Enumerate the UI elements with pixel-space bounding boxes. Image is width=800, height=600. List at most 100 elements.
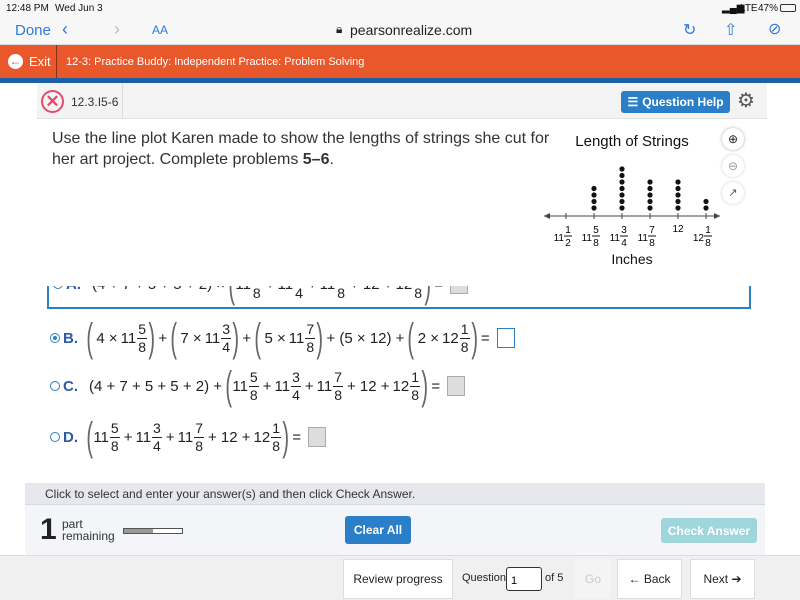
data-dot: [619, 198, 625, 205]
parenthesis: (: [225, 364, 233, 408]
data-dot: [619, 172, 625, 179]
radio-button[interactable]: [50, 381, 60, 391]
parenthesis: ): [421, 364, 429, 408]
data-dot: [703, 198, 709, 205]
expression-text: =: [292, 428, 302, 446]
expression-text: +: [242, 329, 252, 347]
done-button[interactable]: Done: [15, 22, 51, 39]
lock-icon: 🔒︎: [336, 22, 343, 36]
mixed-number: 1178: [316, 368, 343, 403]
text-size-button[interactable]: AA: [152, 23, 168, 37]
answer-footer: 1 part remaining Clear All Check Answer: [25, 505, 765, 555]
data-dot: [591, 198, 597, 205]
next-button[interactable]: Next ➔: [690, 559, 755, 599]
option-c[interactable]: C. (4 + 7 + 5 + 5 + 2) +(11 5 8 +11 3 4 +11 7 8 + …: [50, 364, 466, 408]
parenthesis: (: [86, 415, 93, 459]
zoom-in-icon[interactable]: ⊕: [722, 128, 744, 150]
data-dot: [619, 185, 625, 192]
answer-input[interactable]: [447, 376, 466, 396]
browser-bar: Done ‹ › AA 🔒︎ pearsonrealize.com ↻ ⇧ ⊘: [0, 18, 800, 45]
data-dot: [619, 166, 625, 172]
go-button[interactable]: Go: [575, 559, 611, 599]
option-b[interactable]: B.(4 × 11 5 8) +(7 × 11 3 4) +(5 × 11 7 8) + (5 ×…: [50, 316, 515, 360]
zoom-out-icon[interactable]: ⊖: [722, 155, 744, 177]
list-icon: ☰: [627, 95, 639, 109]
mixed-number: 1158: [93, 419, 120, 454]
forward-chevron-icon[interactable]: ›: [114, 19, 120, 40]
option-label: D.: [63, 428, 78, 446]
reload-icon[interactable]: ↻: [683, 20, 696, 40]
question-header: ✕ 12.3.I5-6 ☰ Question Help ⚙: [37, 83, 767, 119]
url[interactable]: pearsonrealize.com: [350, 22, 472, 38]
data-dot: [619, 192, 625, 198]
question-number-input[interactable]: [506, 567, 542, 591]
parenthesis: ): [232, 316, 240, 360]
tick-label: 12: [672, 224, 684, 235]
answer-input[interactable]: [496, 328, 515, 348]
popout-icon[interactable]: ↗: [722, 182, 744, 204]
mixed-number: 1158: [120, 320, 147, 355]
gear-icon[interactable]: ⚙: [737, 88, 755, 113]
expression-text: =: [431, 377, 441, 395]
tick-label-denominator: 4: [621, 238, 627, 249]
question-total: of 5: [545, 572, 564, 584]
parenthesis: (: [254, 316, 262, 360]
question-help-button[interactable]: ☰ Question Help: [621, 91, 730, 113]
mixed-number: 1134: [274, 368, 301, 403]
tick-label-whole: 11: [554, 233, 565, 244]
tick-label-numerator: 5: [593, 225, 599, 236]
tick-label-denominator: 8: [705, 238, 711, 249]
parts-count: 1: [40, 513, 57, 546]
option-d[interactable]: D.(11 5 8 +11 3 4 +11 7 8 + 12 +12 1 8) =: [50, 415, 327, 459]
back-button[interactable]: ← Back: [617, 559, 682, 599]
expression-text: 2 ×: [417, 329, 440, 347]
assignment-bar: ← Exit 12-3: Practice Buddy: Independent…: [0, 45, 800, 78]
expression-text: +: [123, 428, 133, 446]
parenthesis: (: [86, 316, 93, 360]
tick-label-numerator: 1: [565, 225, 571, 236]
data-dot: [647, 185, 653, 192]
expression-text: 4 ×: [96, 329, 118, 347]
expression-text: 5 ×: [264, 329, 286, 347]
review-progress-button[interactable]: Review progress: [343, 559, 453, 599]
question-text: Use the line plot Karen made to show the…: [52, 130, 550, 168]
exit-label: Exit: [29, 54, 51, 69]
data-dot: [647, 192, 653, 198]
data-dot: [675, 205, 681, 211]
parenthesis: ): [316, 316, 324, 360]
expression-text: + (5 × 12) +: [326, 329, 405, 347]
question-help-label: Question Help: [642, 95, 724, 109]
mixed-number: 1218: [392, 368, 421, 403]
mixed-number: 1134: [135, 419, 162, 454]
mixed-number: 1158: [232, 368, 259, 403]
share-icon[interactable]: ⇧: [724, 20, 737, 40]
data-dot: [675, 198, 681, 205]
status-date: Wed Jun 3: [55, 3, 103, 14]
check-answer-button[interactable]: Check Answer: [661, 518, 757, 543]
tick-label-whole: 11: [582, 233, 593, 244]
status-time: 12:48 PM: [6, 3, 49, 14]
expression-text: + 12 +: [207, 428, 251, 446]
parenthesis: (: [170, 316, 178, 360]
radio-button[interactable]: [50, 333, 60, 343]
data-dot: [647, 205, 653, 211]
expression-text: +: [165, 428, 175, 446]
answer-input[interactable]: [308, 427, 327, 447]
data-dot: [675, 192, 681, 198]
radio-button[interactable]: [50, 432, 60, 442]
mixed-number: 1134: [204, 320, 232, 355]
data-dot: [591, 185, 597, 192]
tick-label-denominator: 8: [593, 238, 599, 249]
exit-button[interactable]: ← Exit: [0, 45, 57, 78]
back-chevron-icon[interactable]: ‹: [62, 19, 68, 40]
parenthesis: ): [470, 316, 478, 360]
data-dot: [619, 205, 625, 211]
parts-label: part remaining: [62, 517, 115, 543]
mixed-number: 1178: [288, 320, 316, 355]
clear-all-button[interactable]: Clear All: [345, 516, 411, 544]
parenthesis: (: [407, 316, 415, 360]
arrow-left-icon: ←: [8, 54, 23, 69]
data-dot: [647, 198, 653, 205]
bottom-nav: Review progress Question of 5 Go ← Back …: [0, 555, 800, 600]
compass-icon[interactable]: ⊘: [768, 19, 781, 39]
